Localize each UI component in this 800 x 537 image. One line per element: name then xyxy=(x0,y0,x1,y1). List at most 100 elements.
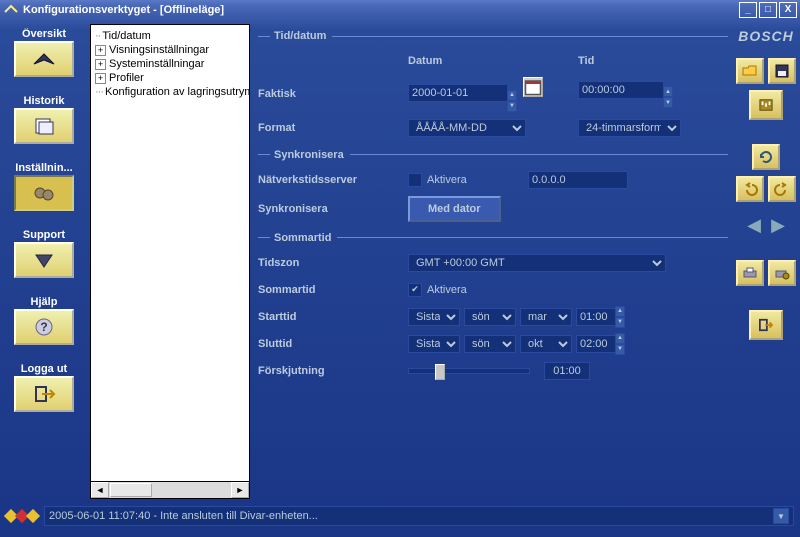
group-sync: Synkronisera Nätverkstidsserver Aktivera… xyxy=(258,149,728,222)
label-format: Format xyxy=(258,122,408,134)
config-tree[interactable]: ··Tid/datum +Visningsinställningar +Syst… xyxy=(90,24,250,481)
offset-value-field: 01:00 xyxy=(544,362,590,380)
app-icon xyxy=(3,2,19,18)
next-arrow[interactable]: ▶ xyxy=(767,214,789,236)
nav-support-button[interactable] xyxy=(14,242,74,278)
svg-text:?: ? xyxy=(40,320,47,334)
ntp-enable-label: Aktivera xyxy=(427,174,467,186)
scroll-left-button[interactable]: ◄ xyxy=(91,482,109,498)
close-button[interactable]: X xyxy=(779,2,797,18)
minimize-button[interactable]: _ xyxy=(739,2,757,18)
date-spinner[interactable]: ▲▼ xyxy=(507,90,517,112)
tree-item-storage[interactable]: ···Konfiguration av lagringsutrym xyxy=(93,85,247,99)
tree-item-system[interactable]: +Systeminställningar xyxy=(93,57,247,71)
open-button[interactable] xyxy=(736,58,764,84)
nav-support-label: Support xyxy=(5,229,83,241)
exit-button[interactable] xyxy=(749,310,783,340)
tree-item-label: Tid/datum xyxy=(102,30,151,42)
refresh-button[interactable] xyxy=(752,144,780,170)
nav-overview-button[interactable] xyxy=(14,41,74,77)
sync-with-pc-button[interactable]: Med dator xyxy=(408,196,501,222)
prev-arrow[interactable]: ◀ xyxy=(743,214,765,236)
label-endtime: Sluttid xyxy=(258,338,408,350)
tree-item-label: Visningsinställningar xyxy=(109,44,209,56)
end-which-select[interactable]: Sista xyxy=(408,335,460,353)
maximize-button[interactable]: □ xyxy=(759,2,777,18)
nav-history-button[interactable] xyxy=(14,108,74,144)
ntp-enable-checkbox[interactable] xyxy=(408,173,422,187)
dst-enable-checkbox[interactable]: ✔ xyxy=(408,283,422,297)
group-tiddatum: Tid/datum Datum Tid Faktisk 2000-01-01▲▼… xyxy=(258,30,728,139)
start-which-select[interactable]: Sista xyxy=(408,308,460,326)
col-header-time: Tid xyxy=(578,55,698,67)
tree-hscrollbar[interactable]: ◄ ► xyxy=(90,481,250,499)
refresh-icon xyxy=(758,150,774,164)
date-value-field[interactable]: 2000-01-01 xyxy=(408,84,508,102)
nav-logout-button[interactable] xyxy=(14,376,74,412)
window-title: Konfigurationsverktyget - [Offlineläge] xyxy=(23,4,224,16)
tree-panel: ··Tid/datum +Visningsinställningar +Syst… xyxy=(90,24,250,499)
date-format-select[interactable]: ÅÅÅÅ-MM-DD xyxy=(408,119,526,137)
exit-icon xyxy=(758,318,774,332)
nav-logout-label: Logga ut xyxy=(5,363,83,375)
title-bar: Konfigurationsverktyget - [Offlineläge] … xyxy=(0,0,800,20)
slider-thumb[interactable] xyxy=(435,364,445,380)
end-time-field[interactable]: 02:00 xyxy=(576,335,616,353)
history-icon xyxy=(30,115,58,137)
tree-item-label: Konfiguration av lagringsutrym xyxy=(105,86,250,98)
timezone-select[interactable]: GMT +00:00 GMT xyxy=(408,254,666,272)
start-time-field[interactable]: 01:00 xyxy=(576,308,616,326)
start-time-spinner[interactable]: ▲▼ xyxy=(615,306,625,328)
group-title: Sommartid xyxy=(274,232,331,244)
end-time-spinner[interactable]: ▲▼ xyxy=(615,333,625,355)
folder-open-icon xyxy=(742,64,758,78)
gear-icon xyxy=(30,182,58,204)
content-panel: Tid/datum Datum Tid Faktisk 2000-01-01▲▼… xyxy=(256,24,730,499)
offset-slider[interactable] xyxy=(408,368,530,374)
scroll-thumb[interactable] xyxy=(110,483,152,497)
support-icon xyxy=(30,249,58,271)
undo-icon xyxy=(742,182,758,196)
scroll-right-button[interactable]: ► xyxy=(231,482,249,498)
end-dow-select[interactable]: sön xyxy=(464,335,516,353)
status-message-field[interactable]: 2005-06-01 11:07:40 - Inte ansluten till… xyxy=(44,506,794,526)
tree-item-profiles[interactable]: +Profiler xyxy=(93,71,247,85)
nav-help-button[interactable]: ? xyxy=(14,309,74,345)
group-title: Tid/datum xyxy=(274,30,326,42)
right-toolbar: BOSCH ◀ ▶ xyxy=(736,24,796,499)
redo-button[interactable] xyxy=(768,176,796,202)
redo-icon xyxy=(774,182,790,196)
start-month-select[interactable]: mar xyxy=(520,308,572,326)
config-button[interactable] xyxy=(749,90,783,120)
printer-icon xyxy=(742,266,758,280)
nav-history-label: Historik xyxy=(5,95,83,107)
label-sync: Synkronisera xyxy=(258,203,408,215)
dst-enable-label: Aktivera xyxy=(427,284,467,296)
tree-item-label: Systeminställningar xyxy=(109,58,204,70)
ntp-ip-field[interactable]: 0.0.0.0 xyxy=(528,171,628,189)
dip-switch-icon xyxy=(758,98,774,112)
calendar-button[interactable] xyxy=(523,77,543,97)
status-bar: 2005-06-01 11:07:40 - Inte ansluten till… xyxy=(6,505,794,527)
end-month-select[interactable]: okt xyxy=(520,335,572,353)
tree-item-display[interactable]: +Visningsinställningar xyxy=(93,43,247,57)
time-spinner[interactable]: ▲▼ xyxy=(663,86,673,108)
undo-button[interactable] xyxy=(736,176,764,202)
status-dropdown-button[interactable]: ▼ xyxy=(773,508,789,524)
save-button[interactable] xyxy=(768,58,796,84)
label-ntp: Nätverkstidsserver xyxy=(258,174,408,186)
nav-overview-label: Översikt xyxy=(5,28,83,40)
diamond-icon xyxy=(26,509,40,523)
time-value-field[interactable]: 00:00:00 xyxy=(578,81,664,99)
tree-item-tiddatum[interactable]: ··Tid/datum xyxy=(93,29,247,43)
start-dow-select[interactable]: sön xyxy=(464,308,516,326)
tree-item-label: Profiler xyxy=(109,72,144,84)
nav-settings-button[interactable] xyxy=(14,175,74,211)
print-button[interactable] xyxy=(736,260,764,286)
group-dst: Sommartid Tidszon GMT +00:00 GMT Sommart… xyxy=(258,232,728,382)
brand-logo: BOSCH xyxy=(738,28,794,44)
group-title: Synkronisera xyxy=(274,149,344,161)
logout-icon xyxy=(30,383,58,405)
print-settings-button[interactable] xyxy=(768,260,796,286)
time-format-select[interactable]: 24-timmarsformat xyxy=(578,119,681,137)
